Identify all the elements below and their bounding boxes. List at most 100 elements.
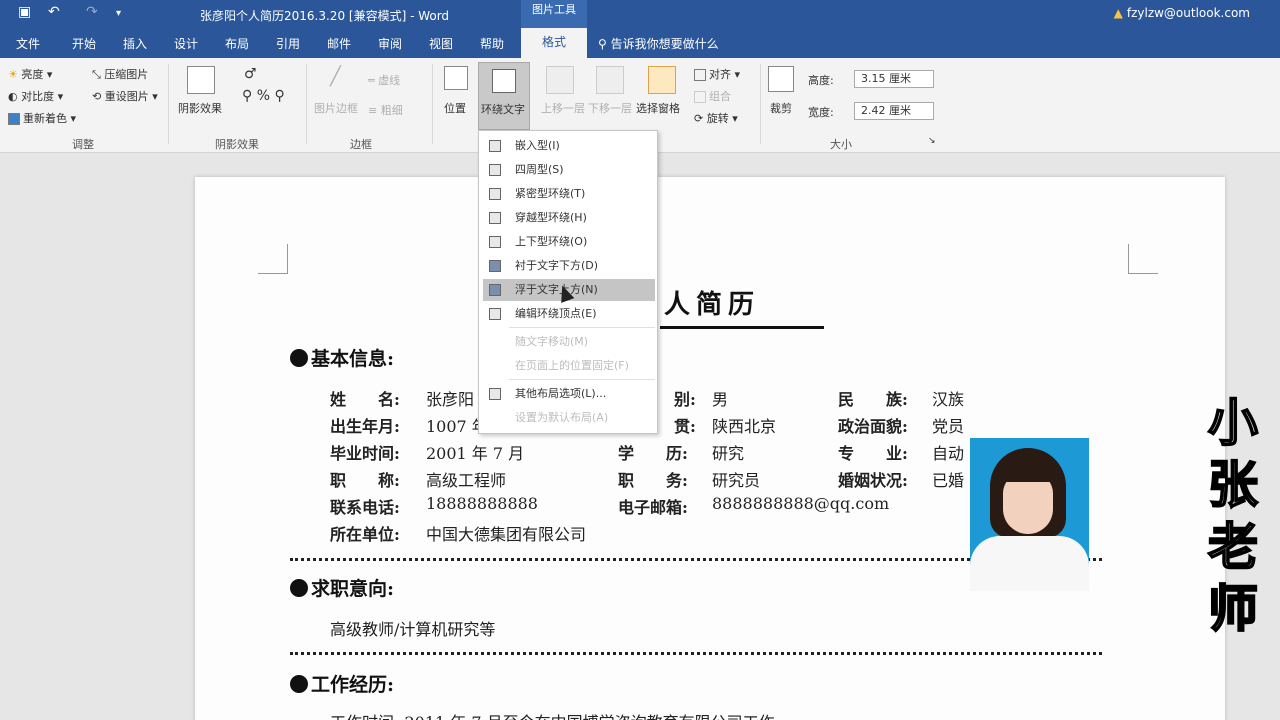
send-backward-icon bbox=[596, 66, 624, 94]
ribbon-tabs: 文件 开始 插入 设计 布局 引用 邮件 审阅 视图 帮助 ⚲ 告诉我你想要做什… bbox=[0, 30, 1280, 58]
rotate-icon: ⟳ bbox=[694, 112, 704, 125]
section-work-history: 工作经历: bbox=[290, 670, 394, 697]
menu-item-set-default: 设置为默认布局(A) bbox=[483, 407, 655, 429]
through-wrap-icon bbox=[489, 212, 501, 224]
square-wrap-icon bbox=[489, 164, 501, 176]
menu-item-behind-text[interactable]: 衬于文字下方(D) bbox=[483, 255, 655, 277]
group-label-border: 边框 bbox=[350, 138, 372, 151]
menu-item-edit-wrap-points[interactable]: 编辑环绕顶点(E) bbox=[483, 303, 655, 325]
menu-item-square[interactable]: 四周型(S) bbox=[483, 159, 655, 181]
bring-forward-icon bbox=[546, 66, 574, 94]
recolor-icon bbox=[8, 113, 20, 125]
tab-layout[interactable]: 布局 bbox=[225, 35, 249, 52]
tab-view[interactable]: 视图 bbox=[429, 35, 453, 52]
reset-picture-button[interactable]: ⟲ 重设图片 ▾ bbox=[92, 88, 158, 104]
group-separator bbox=[432, 64, 433, 144]
align-button[interactable]: 对齐 ▾ bbox=[694, 66, 740, 82]
brightness-button[interactable]: ☀ 亮度 ▾ bbox=[8, 66, 52, 82]
tab-file[interactable]: 文件 bbox=[16, 35, 40, 52]
group-separator bbox=[306, 64, 307, 144]
width-spinner[interactable]: 2.42 厘米 bbox=[854, 102, 934, 120]
menu-item-fix-position: 在页面上的位置固定(F) bbox=[483, 355, 655, 377]
position-button[interactable]: 位置 bbox=[444, 100, 466, 116]
menu-item-label: 设置为默认布局(A) bbox=[515, 411, 609, 424]
menu-item-label: 在页面上的位置固定(F) bbox=[515, 359, 629, 372]
group-separator bbox=[168, 64, 169, 144]
picture-tools-header: 图片工具 bbox=[521, 0, 587, 30]
menu-separator bbox=[509, 379, 655, 380]
tell-me-search[interactable]: ⚲ 告诉我你想要做什么 bbox=[598, 35, 719, 52]
crop-button[interactable]: 裁剪 bbox=[770, 100, 792, 116]
field-value: 中国大德集团有限公司 bbox=[426, 525, 587, 544]
group-icon bbox=[694, 91, 706, 103]
crop-icon[interactable] bbox=[768, 66, 794, 92]
menu-item-in-line[interactable]: 嵌入型(I) bbox=[483, 135, 655, 157]
field-value: 男 bbox=[712, 390, 729, 409]
field-label: 电子邮箱: bbox=[618, 498, 688, 517]
section-job-intent: 求职意向: bbox=[290, 574, 394, 601]
undo-icon[interactable]: ↶ bbox=[48, 4, 60, 20]
field-value: 18888888888 bbox=[426, 494, 538, 513]
resume-photo[interactable] bbox=[970, 438, 1089, 591]
section-heading: 工作经历: bbox=[311, 674, 395, 696]
resume-title: 人简历 bbox=[664, 290, 761, 320]
group-button: 组合 bbox=[694, 88, 731, 104]
bullet-icon bbox=[290, 349, 308, 367]
photo-shirt bbox=[970, 536, 1089, 591]
menu-separator bbox=[509, 327, 655, 328]
recolor-button[interactable]: 重新着色 ▾ bbox=[8, 110, 76, 126]
selection-pane-button[interactable]: 选择窗格 bbox=[636, 100, 680, 116]
field-label: 政治面貌: bbox=[838, 417, 908, 436]
bullet-icon bbox=[290, 579, 308, 597]
shadow-nudge-icons[interactable]: ⚲ % ⚲ bbox=[242, 88, 285, 104]
reset-icon: ⟲ bbox=[92, 90, 102, 103]
menu-item-tight[interactable]: 紧密型环绕(T) bbox=[483, 183, 655, 205]
shadow-effects-button[interactable]: 阴影效果 bbox=[178, 100, 222, 116]
menu-item-top-bottom[interactable]: 上下型环绕(O) bbox=[483, 231, 655, 253]
rotate-button[interactable]: ⟳ 旋转 ▾ bbox=[694, 110, 738, 126]
wrap-text-button[interactable]: 环绕文字 bbox=[478, 62, 530, 130]
section-heading: 求职意向: bbox=[311, 578, 395, 600]
menu-item-through[interactable]: 穿越型环绕(H) bbox=[483, 207, 655, 229]
tab-help[interactable]: 帮助 bbox=[480, 35, 504, 52]
border-pen-icon: ╱ bbox=[330, 66, 341, 87]
menu-item-label: 四周型(S) bbox=[515, 163, 564, 176]
reset-label: 重设图片 bbox=[104, 90, 149, 103]
save-icon[interactable]: ▣ bbox=[18, 4, 31, 20]
tab-review[interactable]: 审阅 bbox=[378, 35, 402, 52]
field-value: 陕西北京 bbox=[712, 417, 777, 436]
tab-home[interactable]: 开始 bbox=[72, 35, 96, 52]
sun-icon: ☀ bbox=[8, 68, 18, 81]
contrast-button[interactable]: ◐ 对比度 ▾ bbox=[8, 88, 63, 104]
compress-pictures-button[interactable]: ⤡ 压缩图片 bbox=[92, 66, 148, 82]
menu-item-label: 穿越型环绕(H) bbox=[515, 211, 587, 224]
size-dialog-launcher-icon[interactable]: ↘ bbox=[928, 136, 936, 146]
field-label: 贯: bbox=[674, 417, 696, 436]
height-spinner[interactable]: 3.15 厘米 bbox=[854, 70, 934, 88]
compress-label: 压缩图片 bbox=[104, 68, 149, 81]
bring-forward-button: 上移一层 bbox=[541, 102, 585, 115]
tab-design[interactable]: 设计 bbox=[174, 35, 198, 52]
field-label: 别: bbox=[674, 390, 696, 409]
account-email[interactable]: ▲ fzylzw@outlook.com bbox=[1114, 6, 1250, 20]
field-label: 学 历: bbox=[618, 444, 688, 463]
field-label: 毕业时间: bbox=[330, 444, 400, 463]
shadow-direction-icon[interactable]: ♂ bbox=[244, 66, 257, 82]
menu-item-more-layout-options[interactable]: 其他布局选项(L)... bbox=[483, 383, 655, 405]
field-value: 汉族 bbox=[932, 390, 965, 409]
tab-references[interactable]: 引用 bbox=[276, 35, 300, 52]
redo-icon[interactable]: ↷ bbox=[86, 4, 98, 20]
behind-text-icon bbox=[489, 260, 501, 272]
selection-pane-icon[interactable] bbox=[648, 66, 676, 94]
menu-item-label: 衬于文字下方(D) bbox=[515, 259, 599, 272]
shadow-effects-icon[interactable] bbox=[187, 66, 215, 94]
customize-qat-icon[interactable]: ▾ bbox=[116, 8, 121, 19]
tab-insert[interactable]: 插入 bbox=[123, 35, 147, 52]
menu-item-label: 紧密型环绕(T) bbox=[515, 187, 586, 200]
tab-format[interactable]: 格式 bbox=[521, 28, 587, 58]
position-icon[interactable] bbox=[444, 66, 468, 90]
menu-item-move-with-text: 随文字移动(M) bbox=[483, 331, 655, 353]
tab-mailings[interactable]: 邮件 bbox=[327, 35, 351, 52]
field-label: 专 业: bbox=[838, 444, 908, 463]
menu-item-label: 编辑环绕顶点(E) bbox=[515, 307, 597, 320]
